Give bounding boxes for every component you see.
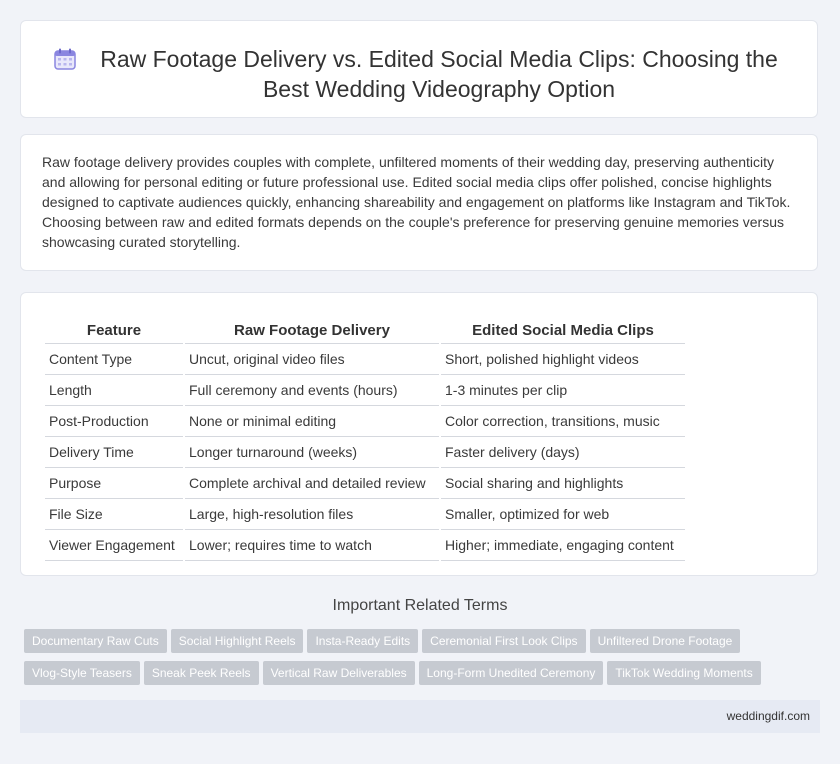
term-tag[interactable]: TikTok Wedding Moments: [607, 661, 761, 685]
table-cell: Faster delivery (days): [441, 437, 685, 468]
table-cell: Longer turnaround (weeks): [185, 437, 439, 468]
footer-bar: weddingdif.com: [20, 700, 820, 733]
table-cell: Length: [45, 375, 183, 406]
term-tag[interactable]: Long-Form Unedited Ceremony: [418, 661, 604, 685]
term-tag[interactable]: Ceremonial First Look Clips: [422, 629, 586, 653]
table-cell: Viewer Engagement: [45, 530, 183, 561]
site-name[interactable]: weddingdif.com: [727, 709, 810, 723]
comparison-table: Feature Raw Footage Delivery Edited Soci…: [43, 313, 687, 561]
table-row: Post-Production None or minimal editing …: [45, 406, 685, 437]
term-tag[interactable]: Social Highlight Reels: [170, 629, 304, 653]
term-tag[interactable]: Documentary Raw Cuts: [24, 629, 167, 653]
table-header-row: Feature Raw Footage Delivery Edited Soci…: [45, 313, 685, 344]
term-tag[interactable]: Vertical Raw Deliverables: [262, 661, 415, 685]
table-row: Viewer Engagement Lower; requires time t…: [45, 530, 685, 561]
table-row: Delivery Time Longer turnaround (weeks) …: [45, 437, 685, 468]
table-row: Purpose Complete archival and detailed r…: [45, 468, 685, 499]
column-header: Edited Social Media Clips: [441, 313, 685, 344]
related-terms-title: Important Related Terms: [332, 597, 508, 614]
table-cell: Short, polished highlight videos: [441, 344, 685, 375]
table-cell: Purpose: [45, 468, 183, 499]
table-row: File Size Large, high-resolution files S…: [45, 499, 685, 530]
term-tag[interactable]: Sneak Peek Reels: [143, 661, 259, 685]
table-cell: Color correction, transitions, music: [441, 406, 685, 437]
header-card: Raw Footage Delivery vs. Edited Social M…: [20, 20, 818, 118]
table-cell: Smaller, optimized for web: [441, 499, 685, 530]
table-cell: Complete archival and detailed review: [185, 468, 439, 499]
table-row: Content Type Uncut, original video files…: [45, 344, 685, 375]
table-cell: Full ceremony and events (hours): [185, 375, 439, 406]
term-tag[interactable]: Insta-Ready Edits: [307, 629, 419, 653]
table-cell: Lower; requires time to watch: [185, 530, 439, 561]
table-cell: 1-3 minutes per clip: [441, 375, 685, 406]
related-terms-list: Documentary Raw Cuts Social Highlight Ree…: [24, 629, 784, 693]
term-tag[interactable]: Vlog-Style Teasers: [24, 661, 140, 685]
term-tag[interactable]: Unfiltered Drone Footage: [589, 629, 741, 653]
page-title: Raw Footage Delivery vs. Edited Social M…: [100, 46, 778, 102]
column-header: Feature: [45, 313, 183, 344]
table-cell: None or minimal editing: [185, 406, 439, 437]
table-cell: Large, high-resolution files: [185, 499, 439, 530]
table-cell: Higher; immediate, engaging content: [441, 530, 685, 561]
table-cell: Content Type: [45, 344, 183, 375]
intro-paragraph: Raw footage delivery provides couples wi…: [42, 154, 791, 250]
column-header: Raw Footage Delivery: [185, 313, 439, 344]
calendar-icon: [54, 48, 76, 70]
table-cell: Uncut, original video files: [185, 344, 439, 375]
table-cell: Delivery Time: [45, 437, 183, 468]
intro-card: Raw footage delivery provides couples wi…: [20, 134, 818, 271]
table-row: Length Full ceremony and events (hours) …: [45, 375, 685, 406]
comparison-card: Feature Raw Footage Delivery Edited Soci…: [20, 292, 818, 576]
table-cell: Social sharing and highlights: [441, 468, 685, 499]
table-cell: Post-Production: [45, 406, 183, 437]
table-cell: File Size: [45, 499, 183, 530]
